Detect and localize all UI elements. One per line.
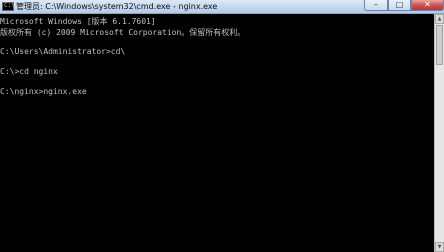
window-title: 管理员: C:\Windows\system32\cmd.exe - nginx… xyxy=(16,2,218,11)
vertical-scrollbar[interactable]: ▲ ▼ xyxy=(434,14,444,252)
scroll-thumb[interactable] xyxy=(436,25,443,65)
scroll-down-button[interactable]: ▼ xyxy=(435,242,444,252)
cmd-window: C:\ 管理员: C:\Windows\system32\cmd.exe - n… xyxy=(0,0,444,252)
close-button[interactable]: ✕ xyxy=(411,0,444,11)
title-bar[interactable]: C:\ 管理员: C:\Windows\system32\cmd.exe - n… xyxy=(0,0,444,14)
minimize-button[interactable]: – xyxy=(364,0,388,11)
scroll-up-button[interactable]: ▲ xyxy=(435,14,444,24)
maximize-button[interactable]: □ xyxy=(388,0,411,11)
console-line: C:\Users\Administrator>cd\ xyxy=(0,47,126,56)
console-output[interactable]: Microsoft Windows [版本 6.1.7601] 版权所有 (c)… xyxy=(0,14,434,252)
console-line: Microsoft Windows [版本 6.1.7601] xyxy=(0,17,156,26)
console-line: C:\nginx>nginx.exe xyxy=(0,87,87,96)
cmd-icon[interactable]: C:\ xyxy=(2,2,15,11)
cmd-icon-glyph: C:\ xyxy=(4,2,15,9)
console-line: 版权所有 (c) 2009 Microsoft Corporation。保留所有… xyxy=(0,28,246,37)
console-line: C:\>cd nginx xyxy=(0,67,58,76)
